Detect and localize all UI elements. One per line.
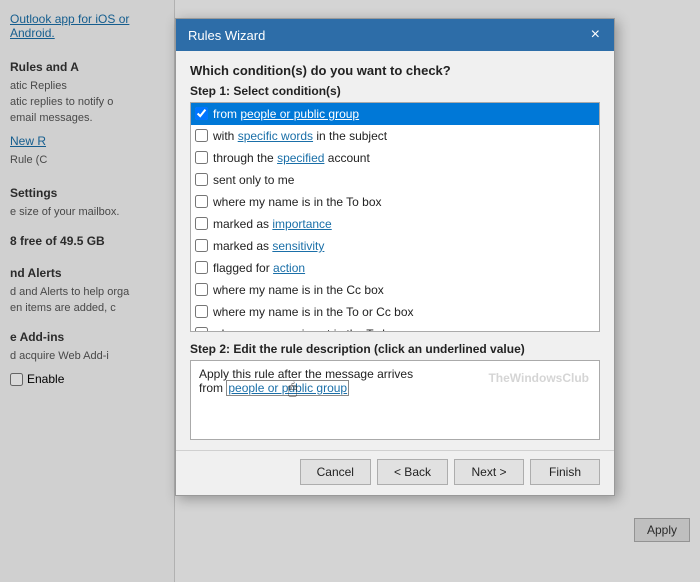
condition-item[interactable]: where my name is in the Cc box <box>191 279 599 301</box>
condition-text-2: with specific words in the subject <box>213 127 387 145</box>
condition-checkbox-1[interactable] <box>195 107 208 120</box>
condition-text-3: through the specified account <box>213 149 370 167</box>
back-button[interactable]: < Back <box>377 459 448 485</box>
condition-item[interactable]: marked as importance <box>191 213 599 235</box>
condition-item[interactable]: from people or public group <box>191 103 599 125</box>
condition-checkbox-7[interactable] <box>195 239 208 252</box>
condition-item[interactable]: where my name is not in the To box <box>191 323 599 332</box>
condition-link-1[interactable]: people or public group <box>240 107 359 121</box>
dialog-titlebar: Rules Wizard × <box>176 19 614 51</box>
condition-item[interactable]: with specific words in the subject <box>191 125 599 147</box>
condition-checkbox-6[interactable] <box>195 217 208 230</box>
condition-text-7: marked as sensitivity <box>213 237 324 255</box>
conditions-list[interactable]: from people or public group with specifi… <box>190 102 600 332</box>
step2-from-text: from <box>199 381 223 395</box>
condition-checkbox-11[interactable] <box>195 327 208 332</box>
condition-item[interactable]: through the specified account <box>191 147 599 169</box>
step2-label: Step 2: Edit the rule description (click… <box>190 342 600 356</box>
condition-link-7[interactable]: sensitivity <box>272 239 324 253</box>
dialog-close-button[interactable]: × <box>589 27 602 43</box>
dialog-question: Which condition(s) do you want to check? <box>190 63 600 78</box>
condition-checkbox-8[interactable] <box>195 261 208 274</box>
condition-checkbox-9[interactable] <box>195 283 208 296</box>
condition-text-11: where my name is not in the To box <box>213 325 402 332</box>
condition-checkbox-4[interactable] <box>195 173 208 186</box>
condition-item[interactable]: flagged for action <box>191 257 599 279</box>
finish-button[interactable]: Finish <box>530 459 600 485</box>
condition-link-8[interactable]: action <box>273 261 305 275</box>
condition-text-10: where my name is in the To or Cc box <box>213 303 414 321</box>
condition-item[interactable]: sent only to me <box>191 169 599 191</box>
condition-checkbox-3[interactable] <box>195 151 208 164</box>
step2-description-box: TheWindowsClub Apply this rule after the… <box>190 360 600 440</box>
conditions-list-wrapper: from people or public group with specifi… <box>190 102 600 332</box>
dialog-title: Rules Wizard <box>188 28 265 43</box>
condition-link-2[interactable]: specific words <box>238 129 313 143</box>
next-button[interactable]: Next > <box>454 459 524 485</box>
step2-section: Step 2: Edit the rule description (click… <box>190 342 600 440</box>
condition-link-3[interactable]: specified <box>277 151 324 165</box>
apply-rule-text: Apply this rule after the message arrive… <box>199 367 591 381</box>
condition-text-8: flagged for action <box>213 259 305 277</box>
dialog-footer: Cancel < Back Next > Finish <box>176 450 614 495</box>
condition-checkbox-5[interactable] <box>195 195 208 208</box>
condition-checkbox-10[interactable] <box>195 305 208 318</box>
condition-text-6: marked as importance <box>213 215 332 233</box>
condition-item[interactable]: where my name is in the To box <box>191 191 599 213</box>
cursor-indicator: 🖱 <box>288 381 298 399</box>
condition-text-9: where my name is in the Cc box <box>213 281 384 299</box>
condition-item[interactable]: marked as sensitivity <box>191 235 599 257</box>
rules-wizard-dialog: Rules Wizard × Which condition(s) do you… <box>175 18 615 496</box>
condition-checkbox-2[interactable] <box>195 129 208 142</box>
condition-text-1: from people or public group <box>213 105 359 123</box>
condition-link-6[interactable]: importance <box>272 217 331 231</box>
cancel-button[interactable]: Cancel <box>300 459 371 485</box>
condition-text-4: sent only to me <box>213 171 294 189</box>
dialog-body: Which condition(s) do you want to check?… <box>176 51 614 450</box>
condition-item[interactable]: where my name is in the To or Cc box <box>191 301 599 323</box>
condition-text-5: where my name is in the To box <box>213 193 382 211</box>
step1-label: Step 1: Select condition(s) <box>190 84 600 98</box>
